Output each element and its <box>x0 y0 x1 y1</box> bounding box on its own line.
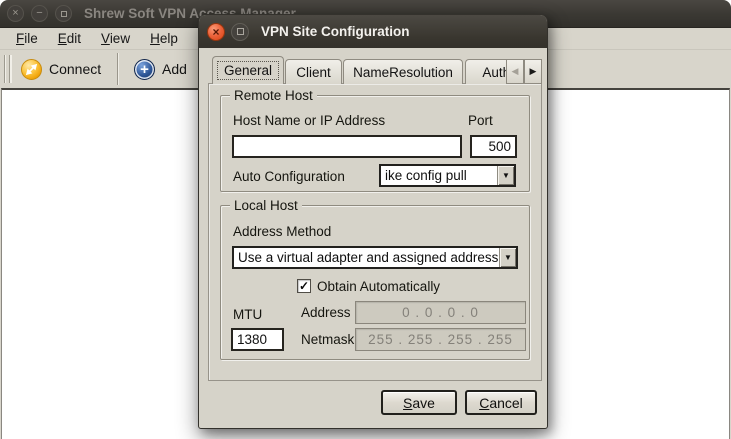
checkmark-icon: ✓ <box>299 280 309 292</box>
port-label: Port <box>468 113 493 128</box>
add-label: Add <box>162 61 187 77</box>
dialog-close-icon[interactable]: × <box>207 23 225 41</box>
dialog-maximize-icon[interactable] <box>231 23 249 41</box>
local-host-group: Local Host Address Method Use a virtual … <box>220 205 530 360</box>
netmask-input <box>355 328 526 351</box>
tab-general[interactable]: General <box>212 56 284 84</box>
address-input <box>355 301 526 324</box>
connect-button[interactable]: Connect <box>13 52 109 86</box>
connect-arrows-glyph <box>25 63 38 76</box>
host-name-label: Host Name or IP Address <box>233 113 385 128</box>
remote-host-legend: Remote Host <box>230 88 317 103</box>
tab-authentication[interactable]: Authe <box>465 59 506 84</box>
toolbar-gripper[interactable] <box>4 55 10 83</box>
address-method-select[interactable]: Use a virtual adapter and assigned addre… <box>232 246 518 269</box>
tab-general-label: General <box>217 61 279 80</box>
maximize-icon[interactable] <box>55 5 72 22</box>
chevron-down-icon[interactable]: ▼ <box>499 248 516 267</box>
auto-configuration-label: Auto Configuration <box>233 169 345 184</box>
tab-client[interactable]: Client <box>285 59 342 84</box>
local-host-legend: Local Host <box>230 198 302 213</box>
connect-label: Connect <box>49 61 101 77</box>
mtu-input[interactable] <box>231 328 284 351</box>
address-method-label: Address Method <box>233 224 331 239</box>
tab-name-resolution[interactable]: NameResolution <box>343 59 463 84</box>
chevron-down-icon[interactable]: ▼ <box>497 166 514 185</box>
minimize-icon[interactable]: − <box>31 5 48 22</box>
obtain-automatically-label: Obtain Automatically <box>317 279 440 294</box>
add-button[interactable]: + Add <box>126 52 195 86</box>
tab-client-label: Client <box>296 65 331 80</box>
screen: × − Shrew Soft VPN Access Manager File E… <box>0 0 731 439</box>
add-icon: + <box>134 59 155 80</box>
connect-icon <box>21 59 42 80</box>
menu-edit[interactable]: Edit <box>48 29 91 48</box>
dialog-titlebar: × VPN Site Configuration <box>199 15 547 48</box>
obtain-automatically-checkbox[interactable]: ✓ <box>297 279 311 293</box>
menu-file[interactable]: File <box>6 29 48 48</box>
auto-configuration-value: ike config pull <box>385 168 467 183</box>
menu-view[interactable]: View <box>91 29 140 48</box>
tab-scroll-right-icon[interactable]: ▶ <box>524 59 542 84</box>
vpn-site-configuration-dialog: × VPN Site Configuration General Client … <box>198 14 548 429</box>
tab-authentication-label: Authe <box>482 65 506 80</box>
maximize-glyph <box>61 11 67 17</box>
tab-strip: General Client NameResolution Authe <box>211 56 506 84</box>
toolbar-separator <box>117 53 118 85</box>
auto-configuration-select[interactable]: ike config pull ▼ <box>379 164 516 187</box>
port-input[interactable] <box>470 135 517 158</box>
netmask-label: Netmask <box>301 332 350 347</box>
address-label: Address <box>301 305 350 320</box>
tab-scroll-left-icon[interactable]: ◀ <box>506 59 524 84</box>
remote-host-group: Remote Host Host Name or IP Address Port… <box>220 95 530 192</box>
address-method-value: Use a virtual adapter and assigned addre… <box>238 250 498 265</box>
mtu-label: MTU <box>233 307 262 322</box>
tab-name-resolution-label: NameResolution <box>353 65 453 80</box>
close-icon[interactable]: × <box>7 5 24 22</box>
menu-help[interactable]: Help <box>140 29 188 48</box>
cancel-button[interactable]: Cancel <box>465 390 537 415</box>
save-button[interactable]: Save <box>381 390 457 415</box>
host-name-input[interactable] <box>232 135 462 158</box>
dialog-title: VPN Site Configuration <box>261 24 410 39</box>
dialog-maximize-glyph <box>237 28 244 35</box>
